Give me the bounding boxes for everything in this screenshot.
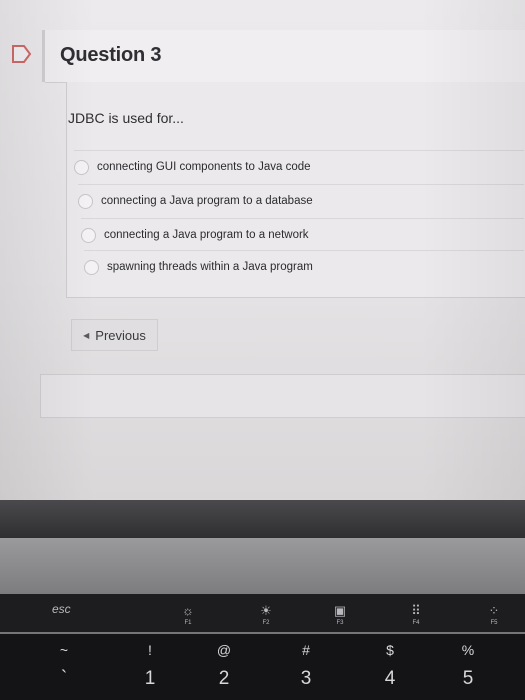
answer-label: connecting GUI components to Java code (97, 161, 311, 173)
laptop-bezel (0, 500, 525, 538)
brightness-down-icon: ☼ (182, 602, 194, 618)
number-key-row (0, 634, 525, 700)
previous-label: Previous (95, 327, 146, 343)
key-1[interactable]: ! 1 (138, 640, 162, 700)
answer-option-1[interactable]: connecting GUI components to Java code (74, 150, 524, 183)
esc-key[interactable]: esc (52, 602, 71, 616)
chevron-left-icon: ◀ (83, 330, 90, 340)
answer-label: connecting a Java program to a network (104, 229, 309, 241)
radio-button-icon[interactable] (81, 227, 96, 243)
question-title: Question 3 (60, 44, 162, 66)
f5-key[interactable]: ⁘ F5 (482, 600, 506, 630)
key-3[interactable]: # 3 (294, 640, 318, 700)
keyboard-light-icon: ⁘ (488, 602, 500, 618)
f3-key[interactable]: ▣ F3 (328, 600, 352, 630)
answer-label: connecting a Java program to a database (101, 195, 313, 207)
browser-screen: Question 3 JDBC is used for... connectin… (0, 0, 525, 500)
key-4[interactable]: $ 4 (378, 640, 402, 700)
tilde-key[interactable]: ~ ` (52, 640, 76, 700)
f4-key[interactable]: ⠿ F4 (404, 600, 428, 630)
empty-content-panel (40, 374, 525, 418)
brightness-up-icon: ☀ (260, 602, 272, 618)
answer-option-3[interactable]: connecting a Java program to a network (81, 218, 524, 251)
key-5[interactable]: % 5 (456, 640, 480, 700)
f2-key[interactable]: ☀ F2 (254, 600, 278, 630)
f1-key[interactable]: ☼ F1 (176, 600, 200, 630)
radio-button-icon[interactable] (74, 159, 89, 175)
radio-button-icon[interactable] (78, 193, 93, 209)
answer-label: spawning threads within a Java program (107, 261, 313, 273)
flag-question-icon[interactable] (10, 42, 34, 66)
answer-option-2[interactable]: connecting a Java program to a database (78, 184, 524, 217)
radio-button-icon[interactable] (84, 259, 99, 275)
mission-control-icon: ▣ (333, 602, 347, 618)
key-2[interactable]: @ 2 (212, 640, 236, 700)
launchpad-icon: ⠿ (411, 602, 421, 618)
question-text: JDBC is used for... (68, 110, 184, 126)
previous-button[interactable]: ◀ Previous (71, 319, 158, 351)
answer-option-4[interactable]: spawning threads within a Java program (84, 250, 524, 283)
